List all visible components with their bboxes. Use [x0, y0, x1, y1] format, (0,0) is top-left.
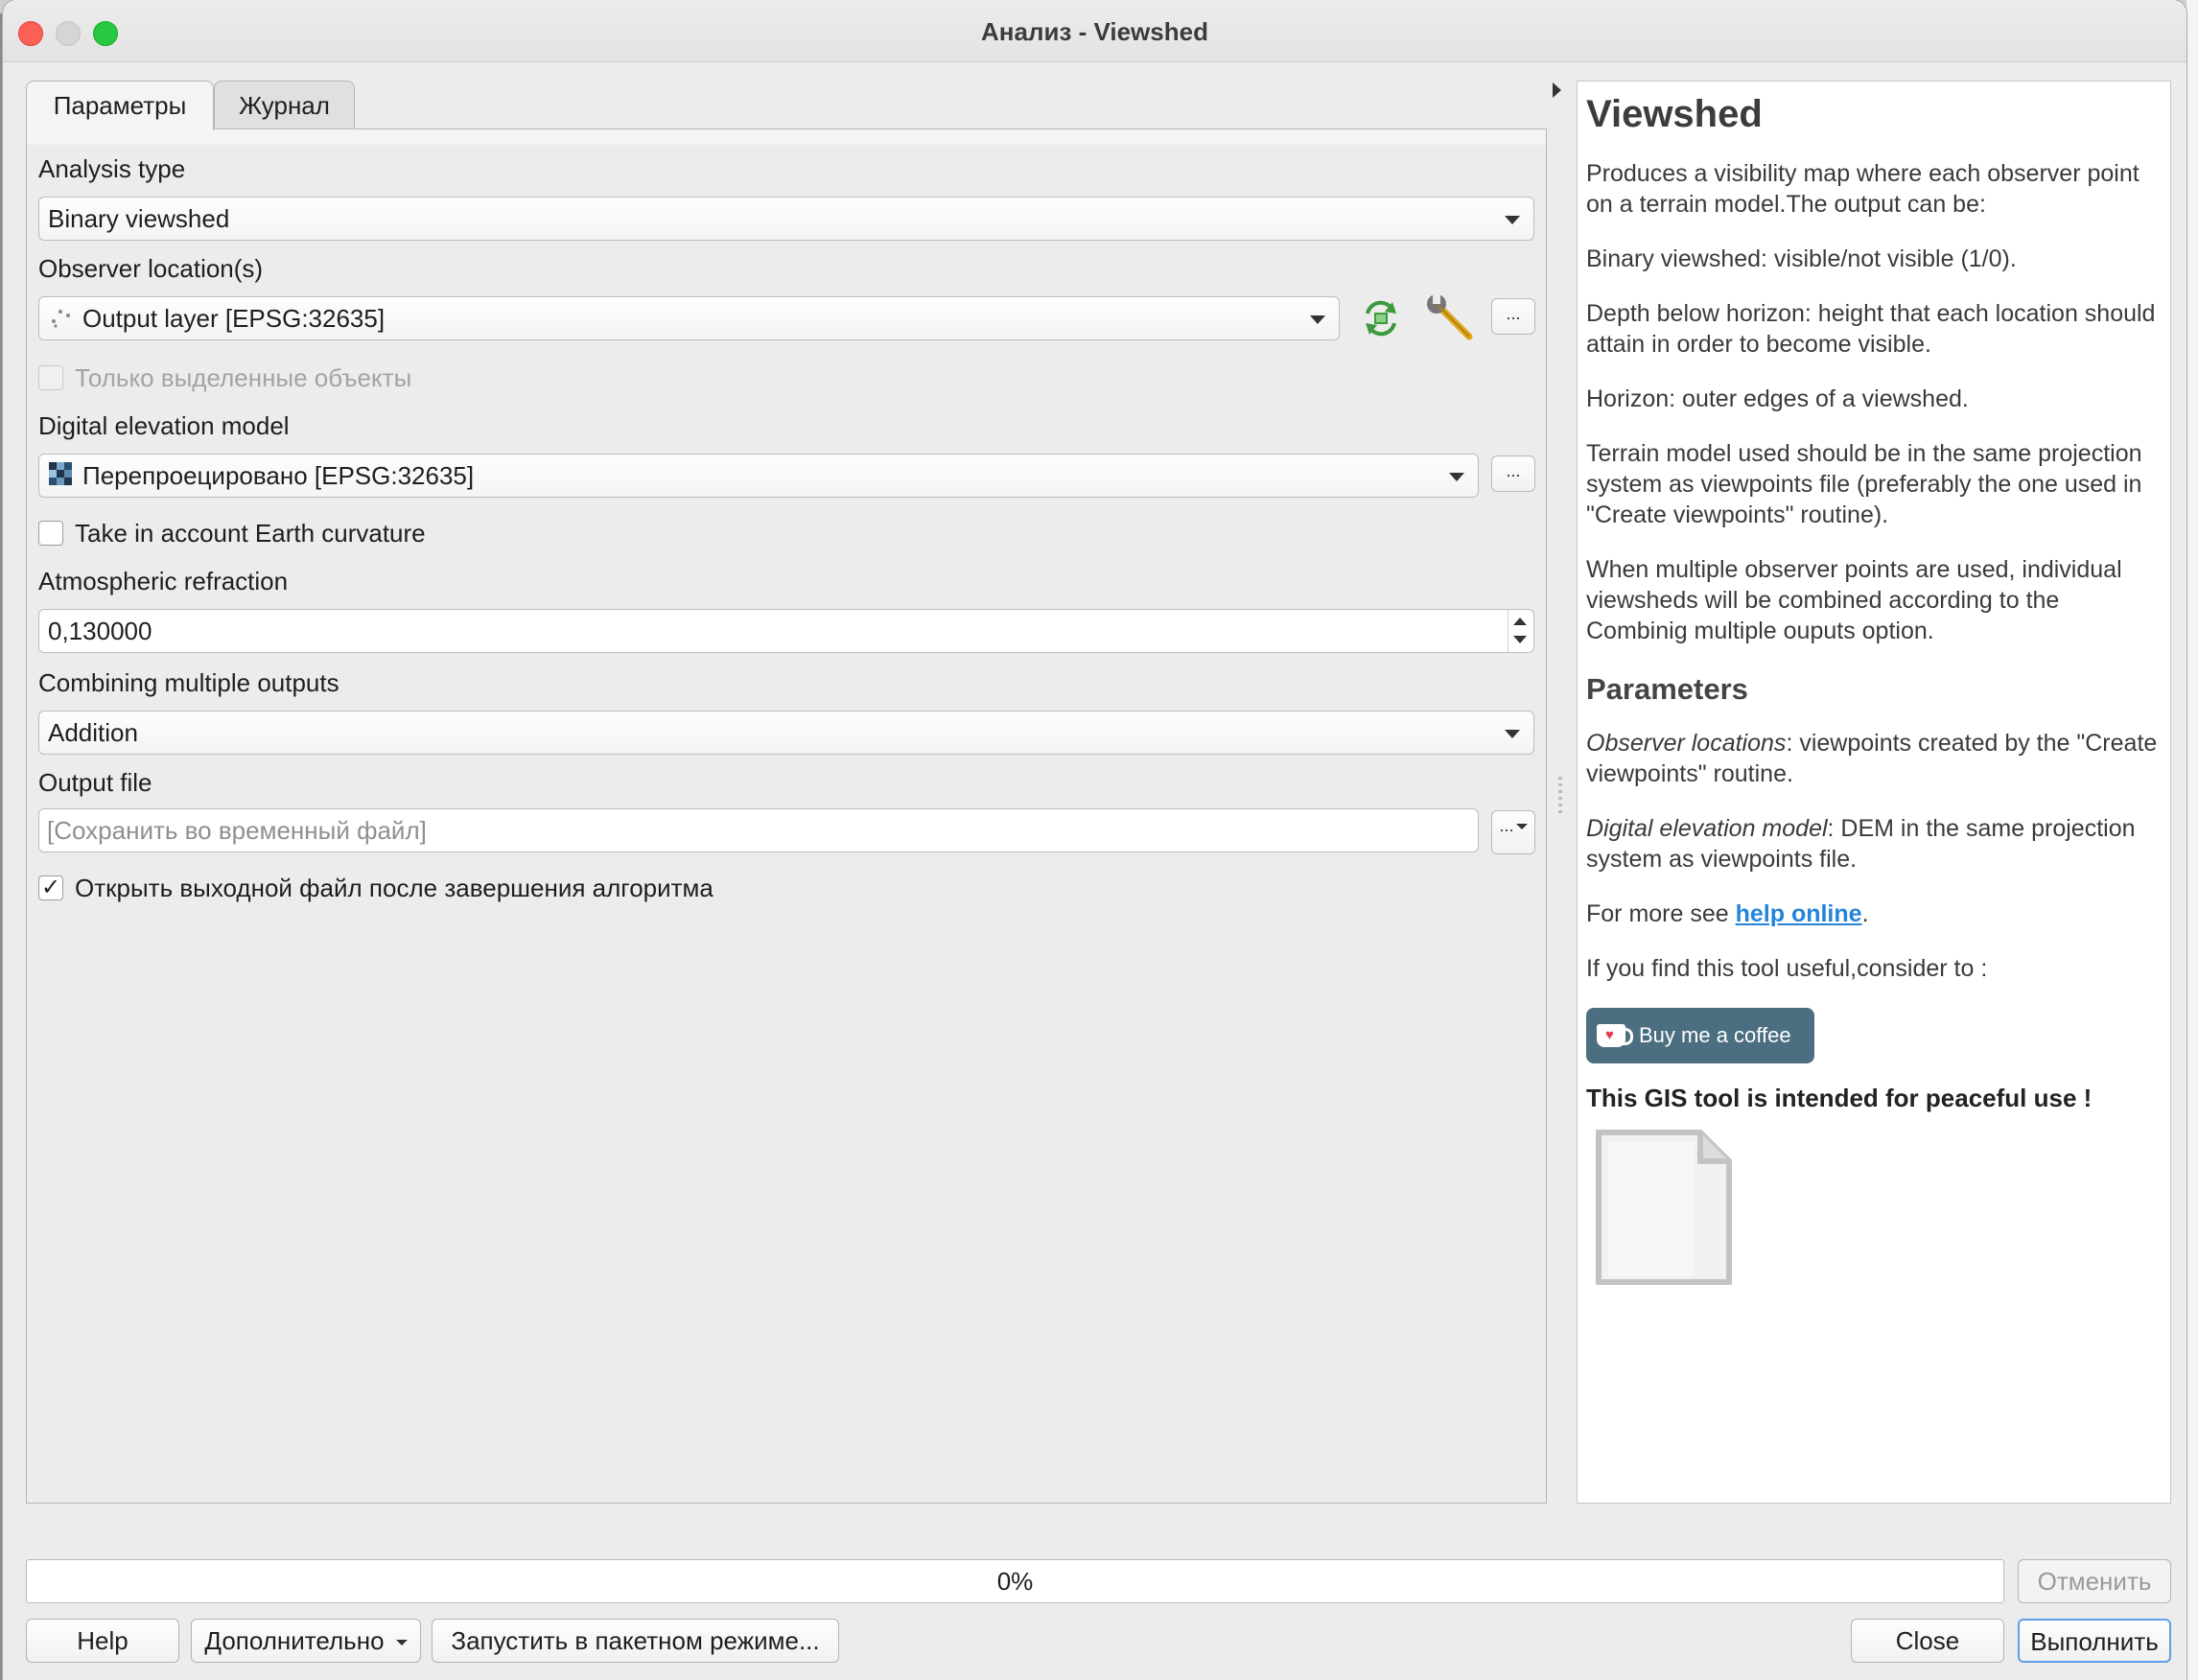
- combining-select[interactable]: Addition: [38, 711, 1534, 755]
- help-multiple: When multiple observer points are used, …: [1586, 556, 2122, 644]
- chevron-down-icon: [1505, 216, 1520, 224]
- broken-image-icon: [1595, 1129, 1733, 1286]
- tab-log[interactable]: Журнал: [214, 81, 355, 128]
- refraction-value: 0,130000: [48, 617, 152, 645]
- observer-label: Observer location(s): [38, 254, 264, 283]
- observer-layer-value: Output layer [EPSG:32635]: [82, 304, 386, 333]
- run-button[interactable]: Выполнить: [2018, 1619, 2171, 1663]
- open-output-label: Открыть выходной файл после завершения а…: [75, 874, 713, 902]
- analysis-type-select[interactable]: Binary viewshed: [38, 197, 1534, 241]
- chevron-down-icon: [395, 1640, 408, 1646]
- dem-label: Digital elevation model: [38, 411, 290, 440]
- help-observer-param: Observer locations: viewpoints created b…: [1586, 730, 2158, 787]
- earth-curvature-checkbox[interactable]: [38, 521, 63, 546]
- refraction-spinbox[interactable]: 0,130000: [38, 609, 1534, 653]
- help-more: For more see help online.: [1586, 900, 1869, 927]
- help-online-link[interactable]: help online: [1736, 900, 1862, 927]
- arrow-down-icon[interactable]: [1513, 636, 1527, 643]
- output-file-label: Output file: [38, 768, 152, 797]
- analysis-type-label: Analysis type: [38, 154, 186, 183]
- chevron-down-icon: [1515, 824, 1528, 830]
- help-horizon: Horizon: outer edges of a viewshed.: [1586, 385, 1969, 412]
- collapse-help-icon[interactable]: [1553, 82, 1561, 98]
- heart-icon: ♥: [1605, 1027, 1614, 1043]
- combining-value: Addition: [48, 718, 138, 747]
- help-dem-param: Digital elevation model: DEM in the same…: [1586, 815, 2136, 873]
- refraction-stepper[interactable]: [1508, 610, 1533, 652]
- observer-layer-select[interactable]: Output layer [EPSG:32635]: [38, 296, 1340, 340]
- output-file-input[interactable]: [Сохранить во временный файл]: [38, 808, 1479, 852]
- help-intro: Produces a visibility map where each obs…: [1586, 160, 2140, 218]
- arrow-up-icon[interactable]: [1513, 618, 1527, 625]
- tab-parameters[interactable]: Параметры: [26, 81, 214, 130]
- background-app-panel: [2186, 0, 2198, 1680]
- point-layer-icon: [48, 299, 73, 341]
- buy-me-a-coffee-button[interactable]: ♥ Buy me a coffee: [1586, 1008, 1814, 1063]
- open-output-checkbox[interactable]: ✓: [38, 875, 63, 900]
- earth-curvature-label: Take in account Earth curvature: [75, 519, 426, 548]
- raster-layer-icon: [48, 456, 73, 499]
- dem-layer-value: Перепроецировано [EPSG:32635]: [82, 461, 475, 490]
- chevron-down-icon: [1449, 473, 1464, 481]
- window-title: Анализ - Viewshed: [981, 17, 1208, 46]
- parameters-panel: Analysis type Binary viewshed Observer l…: [26, 128, 1547, 1504]
- help-button[interactable]: Help: [26, 1619, 179, 1663]
- splitter-handle[interactable]: [1558, 777, 1562, 815]
- cancel-button[interactable]: Отменить: [2018, 1559, 2171, 1603]
- help-binary: Binary viewshed: visible/not visible (1/…: [1586, 245, 2017, 272]
- help-panel: Viewshed Produces a visibility map where…: [1577, 81, 2171, 1504]
- help-peace-note: This GIS tool is intended for peaceful u…: [1586, 1084, 2093, 1112]
- refraction-label: Atmospheric refraction: [38, 567, 289, 595]
- progress-text: 0%: [996, 1567, 1034, 1596]
- output-file-more-button[interactable]: ...: [1491, 810, 1535, 854]
- selected-only-label: Только выделенные объекты: [75, 363, 412, 392]
- title-bar: Анализ - Viewshed: [3, 0, 2186, 62]
- help-depth: Depth below horizon: height that each lo…: [1586, 300, 2156, 358]
- chevron-down-icon: [1505, 730, 1520, 738]
- iterate-features-icon[interactable]: [1358, 296, 1404, 340]
- close-button[interactable]: Close: [1851, 1619, 2004, 1663]
- advanced-button[interactable]: Дополнительно: [191, 1619, 421, 1663]
- selected-only-checkbox[interactable]: [38, 365, 63, 390]
- help-terrain: Terrain model used should be in the same…: [1586, 440, 2142, 528]
- dem-more-button[interactable]: ...: [1491, 455, 1535, 492]
- wrench-icon[interactable]: [1425, 292, 1477, 344]
- analysis-type-value: Binary viewshed: [48, 204, 230, 233]
- help-title: Viewshed: [1586, 93, 1763, 135]
- observer-more-button[interactable]: ...: [1491, 298, 1535, 335]
- chevron-down-icon: [1310, 315, 1325, 324]
- dem-layer-select[interactable]: Перепроецировано [EPSG:32635]: [38, 454, 1479, 498]
- combining-label: Combining multiple outputs: [38, 668, 339, 697]
- run-batch-button[interactable]: Запустить в пакетном режиме...: [432, 1619, 839, 1663]
- help-consider: If you find this tool useful,consider to…: [1586, 955, 1988, 982]
- progress-bar: 0%: [26, 1559, 2004, 1603]
- dialog-window: Анализ - Viewshed Параметры Журнал Analy…: [3, 0, 2186, 1680]
- help-parameters-heading: Parameters: [1586, 672, 1748, 706]
